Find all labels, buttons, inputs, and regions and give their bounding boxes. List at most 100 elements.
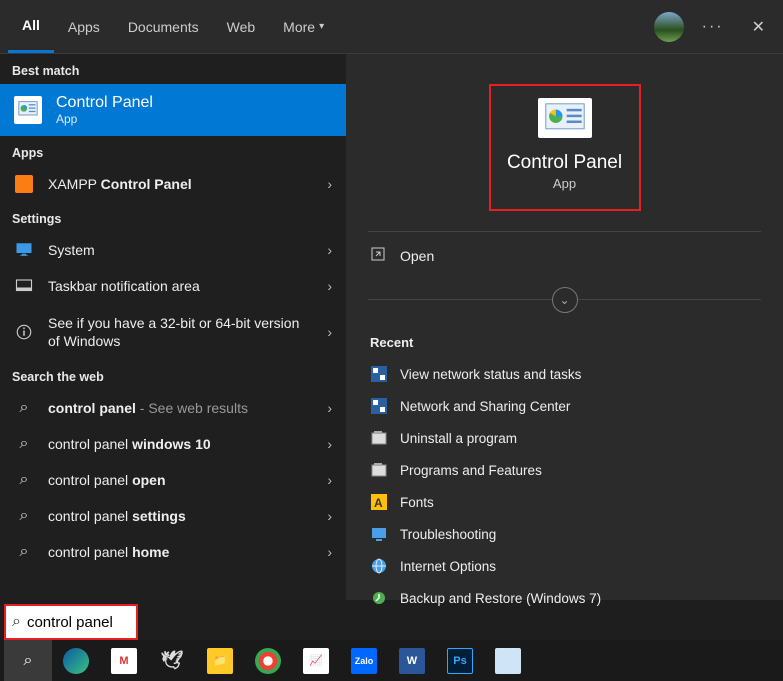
taskbar-photoshop[interactable]: Ps <box>436 640 484 681</box>
setting-label: Taskbar notification area <box>48 278 313 294</box>
recent-label: Backup and Restore (Windows 7) <box>400 591 759 606</box>
programs-icon <box>370 461 388 479</box>
app-result-label: XAMPP Control Panel <box>48 176 313 192</box>
search-box[interactable]: ⌕ <box>4 604 138 640</box>
svg-text:A: A <box>374 496 383 510</box>
web-result-label: control panel settings <box>48 508 313 524</box>
tab-web[interactable]: Web <box>213 0 270 53</box>
taskbar-app-dove[interactable]: 🕊 <box>148 640 196 681</box>
more-options-icon[interactable]: ··· <box>696 12 730 42</box>
user-avatar[interactable] <box>654 12 684 42</box>
network-status-icon <box>370 365 388 383</box>
recent-item[interactable]: Programs and Features <box>346 454 783 486</box>
filter-tabs: All Apps Documents Web More ▾ <box>8 0 338 53</box>
taskbar: ⌕ M 🕊 📁 📈 Zalo W Ps <box>0 640 783 681</box>
recent-item[interactable]: Backup and Restore (Windows 7) <box>346 582 783 614</box>
backup-icon <box>370 589 388 607</box>
setting-label: System <box>48 242 313 258</box>
search-icon: ⌕ <box>14 434 34 454</box>
open-icon <box>370 246 386 265</box>
recent-label: Troubleshooting <box>400 527 759 542</box>
recent-list: View network status and tasks Network an… <box>346 358 783 614</box>
apps-heading: Apps <box>0 136 346 166</box>
xampp-icon <box>14 174 34 194</box>
recent-label: Internet Options <box>400 559 759 574</box>
setting-taskbar-notif[interactable]: Taskbar notification area › <box>0 268 346 304</box>
close-icon[interactable]: ✕ <box>742 11 775 43</box>
tab-more-label: More <box>283 19 315 35</box>
recent-item[interactable]: View network status and tasks <box>346 358 783 390</box>
taskbar-search-button[interactable]: ⌕ <box>4 640 52 681</box>
recent-label: Fonts <box>400 495 759 510</box>
chevron-right-icon: › <box>327 472 332 488</box>
taskbar-icon <box>14 276 34 296</box>
recent-item[interactable]: Network and Sharing Center <box>346 390 783 422</box>
web-result[interactable]: ⌕ control panel settings › <box>0 498 346 534</box>
preview-card[interactable]: Control Panel App <box>489 84 641 211</box>
web-result-label: control panel open <box>48 472 313 488</box>
uninstall-icon <box>370 429 388 447</box>
web-result[interactable]: ⌕ control panel windows 10 › <box>0 426 346 462</box>
open-label: Open <box>400 248 434 264</box>
chevron-right-icon: › <box>327 508 332 524</box>
web-result-label: control panel home <box>48 544 313 560</box>
taskbar-zalo[interactable]: Zalo <box>340 640 388 681</box>
setting-system[interactable]: System › <box>0 232 346 268</box>
web-result[interactable]: ⌕ control panel - See web results › <box>0 390 346 426</box>
chevron-right-icon: › <box>327 176 332 192</box>
recent-item[interactable]: A Fonts <box>346 486 783 518</box>
taskbar-app-chart[interactable]: 📈 <box>292 640 340 681</box>
info-icon <box>14 322 34 342</box>
internet-options-icon <box>370 557 388 575</box>
taskbar-chrome[interactable] <box>244 640 292 681</box>
search-header: All Apps Documents Web More ▾ ··· ✕ <box>0 0 783 54</box>
search-icon: ⌕ <box>14 470 34 490</box>
search-icon: ⌕ <box>24 652 33 670</box>
preview-title: Control Panel <box>501 152 629 174</box>
chevron-down-icon: ⌄ <box>559 293 569 307</box>
taskbar-word[interactable]: W <box>388 640 436 681</box>
results-panel: Best match Control Panel App Apps XAMPP … <box>0 54 346 600</box>
web-heading: Search the web <box>0 360 346 390</box>
recent-label: Network and Sharing Center <box>400 399 759 414</box>
web-result[interactable]: ⌕ control panel open › <box>0 462 346 498</box>
tab-apps[interactable]: Apps <box>54 0 114 53</box>
recent-item[interactable]: Internet Options <box>346 550 783 582</box>
tab-more[interactable]: More ▾ <box>269 0 338 53</box>
troubleshoot-icon <box>370 525 388 543</box>
chevron-right-icon: › <box>327 324 332 340</box>
recent-item[interactable]: Uninstall a program <box>346 422 783 454</box>
search-icon: ⌕ <box>14 542 34 562</box>
chevron-down-icon: ▾ <box>319 21 324 32</box>
setting-32-64-bit[interactable]: See if you have a 32-bit or 64-bit versi… <box>0 304 346 360</box>
open-action[interactable]: Open <box>346 232 783 279</box>
recent-heading: Recent <box>346 313 783 358</box>
web-result[interactable]: ⌕ control panel home › <box>0 534 346 570</box>
collapse-toggle[interactable]: ⌄ <box>552 287 578 313</box>
web-result-label: control panel windows 10 <box>48 436 313 452</box>
taskbar-app-red[interactable]: M <box>100 640 148 681</box>
taskbar-file-explorer[interactable]: 📁 <box>196 640 244 681</box>
best-match-title: Control Panel <box>56 94 153 112</box>
tab-all[interactable]: All <box>8 0 54 53</box>
best-match-subtitle: App <box>56 112 153 126</box>
tab-documents[interactable]: Documents <box>114 0 213 53</box>
taskbar-control-panel[interactable] <box>484 640 532 681</box>
search-icon: ⌕ <box>14 506 34 526</box>
recent-label: Programs and Features <box>400 463 759 478</box>
search-input[interactable] <box>27 614 130 631</box>
chevron-right-icon: › <box>327 278 332 294</box>
chevron-right-icon: › <box>327 544 332 560</box>
taskbar-edge[interactable] <box>52 640 100 681</box>
best-match-result[interactable]: Control Panel App <box>0 84 346 136</box>
app-result-xampp[interactable]: XAMPP Control Panel › <box>0 166 346 202</box>
search-icon: ⌕ <box>14 398 34 418</box>
chevron-right-icon: › <box>327 242 332 258</box>
best-match-heading: Best match <box>0 54 346 84</box>
settings-heading: Settings <box>0 202 346 232</box>
search-icon: ⌕ <box>12 613 21 631</box>
preview-subtitle: App <box>501 176 629 191</box>
recent-item[interactable]: Troubleshooting <box>346 518 783 550</box>
setting-label: See if you have a 32-bit or 64-bit versi… <box>48 314 313 350</box>
chevron-right-icon: › <box>327 436 332 452</box>
